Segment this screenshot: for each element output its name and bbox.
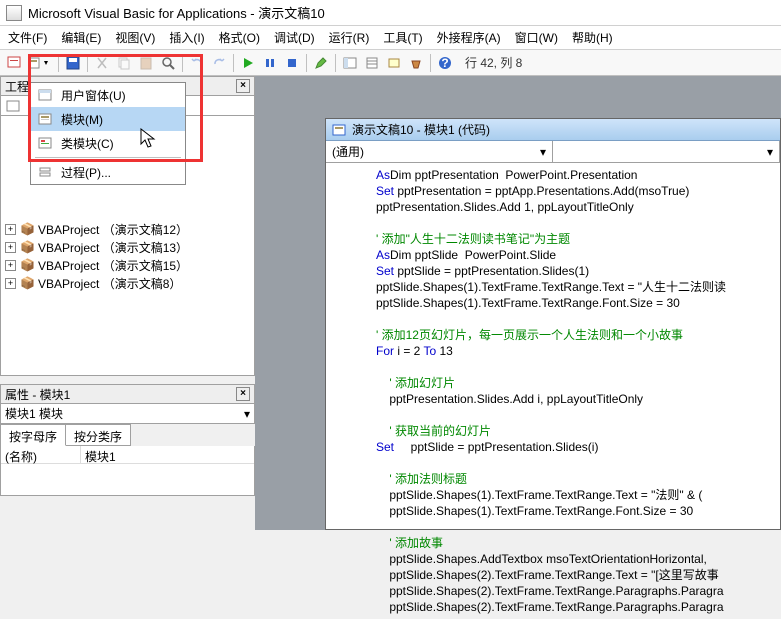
dropdown-userform[interactable]: 用户窗体(U)	[31, 83, 185, 107]
chevron-down-icon: ▾	[540, 145, 546, 159]
menu-format[interactable]: 格式(O)	[219, 29, 260, 46]
view-code-button[interactable]	[3, 96, 23, 116]
menubar: 文件(F) 编辑(E) 视图(V) 插入(I) 格式(O) 调试(D) 运行(R…	[0, 26, 781, 50]
copy-button[interactable]	[114, 53, 134, 73]
properties-tabs: 按字母序 按分类序	[0, 424, 255, 446]
menu-run[interactable]: 运行(R)	[329, 29, 370, 46]
menu-edit[interactable]: 编辑(E)	[61, 29, 101, 46]
project-icon: 📦	[20, 240, 34, 254]
svg-text:?: ?	[441, 56, 448, 70]
paste-button[interactable]	[136, 53, 156, 73]
chevron-down-icon: ▾	[244, 407, 250, 421]
run-button[interactable]	[238, 53, 258, 73]
userform-icon	[37, 87, 53, 103]
redo-button[interactable]	[209, 53, 229, 73]
menu-window[interactable]: 窗口(W)	[515, 29, 558, 46]
project-pane-close[interactable]: ×	[236, 79, 250, 93]
dropdown-module[interactable]: 模块(M)	[31, 107, 185, 131]
properties-title: 属性 - 模块1	[5, 386, 70, 403]
reset-button[interactable]	[282, 53, 302, 73]
app-icon	[6, 5, 22, 21]
project-explorer-button[interactable]	[340, 53, 360, 73]
cut-button[interactable]	[92, 53, 112, 73]
undo-button[interactable]	[187, 53, 207, 73]
view-ppt-button[interactable]	[4, 53, 24, 73]
design-mode-button[interactable]	[311, 53, 331, 73]
procedure-icon	[37, 164, 53, 180]
toolbar: ? 行 42, 列 8	[0, 50, 781, 76]
properties-close[interactable]: ×	[236, 387, 250, 401]
project-item[interactable]: +📦VBAProject （演示文稿12）	[3, 220, 252, 238]
menu-debug[interactable]: 调试(D)	[274, 29, 315, 46]
find-button[interactable]	[158, 53, 178, 73]
project-icon: 📦	[20, 276, 34, 290]
code-window-icon	[332, 123, 346, 137]
menu-help[interactable]: 帮助(H)	[572, 29, 613, 46]
dropdown-procedure[interactable]: 过程(P)...	[31, 160, 185, 184]
project-item[interactable]: +📦VBAProject （演示文稿8）	[3, 274, 252, 292]
properties-pane-header: 属性 - 模块1 ×	[0, 384, 255, 404]
menu-file[interactable]: 文件(F)	[8, 29, 47, 46]
cursor-position-status: 行 42, 列 8	[465, 54, 522, 71]
tab-alphabetic[interactable]: 按字母序	[1, 424, 66, 446]
dropdown-classmodule[interactable]: 类模块(C)	[31, 131, 185, 155]
properties-grid[interactable]: (名称) 模块1	[0, 446, 255, 496]
chevron-down-icon: ▾	[767, 145, 773, 159]
properties-object-combo[interactable]: 模块1 模块 ▾	[0, 404, 255, 424]
menu-addins[interactable]: 外接程序(A)	[437, 29, 501, 46]
code-window-titlebar[interactable]: 演示文稿10 - 模块1 (代码)	[326, 119, 780, 141]
save-button[interactable]	[63, 53, 83, 73]
project-item[interactable]: +📦VBAProject （演示文稿13）	[3, 238, 252, 256]
insert-dropdown-menu: 用户窗体(U) 模块(M) 类模块(C) 过程(P)...	[30, 82, 186, 185]
menu-insert[interactable]: 插入(I)	[169, 29, 204, 46]
insert-dropdown-button[interactable]	[26, 53, 54, 73]
project-item[interactable]: +📦VBAProject （演示文稿15）	[3, 256, 252, 274]
prop-name-key: (名称)	[1, 446, 81, 463]
classmodule-icon	[37, 135, 53, 151]
break-button[interactable]	[260, 53, 280, 73]
code-window-title: 演示文稿10 - 模块1 (代码)	[352, 121, 490, 138]
dropdown-procedure-label: 过程(P)...	[61, 164, 111, 181]
window-title: Microsoft Visual Basic for Applications …	[28, 3, 325, 22]
project-pane-title: 工程	[5, 78, 29, 95]
help-button[interactable]: ?	[435, 53, 455, 73]
dropdown-classmodule-label: 类模块(C)	[61, 135, 114, 152]
object-browser-button[interactable]	[384, 53, 404, 73]
tab-categorized[interactable]: 按分类序	[66, 424, 131, 446]
menu-view[interactable]: 视图(V)	[115, 29, 155, 46]
prop-name-value[interactable]: 模块1	[81, 446, 120, 463]
code-proc-combo[interactable]: ▾	[553, 141, 780, 162]
menu-tools[interactable]: 工具(T)	[383, 29, 422, 46]
toolbox-button[interactable]	[406, 53, 426, 73]
mdi-area: 演示文稿10 - 模块1 (代码) (通用)▾ ▾ AsDim pptPrese…	[255, 76, 781, 530]
dropdown-module-label: 模块(M)	[61, 111, 103, 128]
code-editor[interactable]: AsDim pptPresentation PowerPoint.Present…	[326, 163, 780, 619]
titlebar: Microsoft Visual Basic for Applications …	[0, 0, 781, 26]
project-icon: 📦	[20, 222, 34, 236]
code-object-combo[interactable]: (通用)▾	[326, 141, 553, 162]
dropdown-userform-label: 用户窗体(U)	[61, 87, 126, 104]
properties-button[interactable]	[362, 53, 382, 73]
code-window: 演示文稿10 - 模块1 (代码) (通用)▾ ▾ AsDim pptPrese…	[325, 118, 781, 530]
project-icon: 📦	[20, 258, 34, 272]
module-icon	[37, 111, 53, 127]
